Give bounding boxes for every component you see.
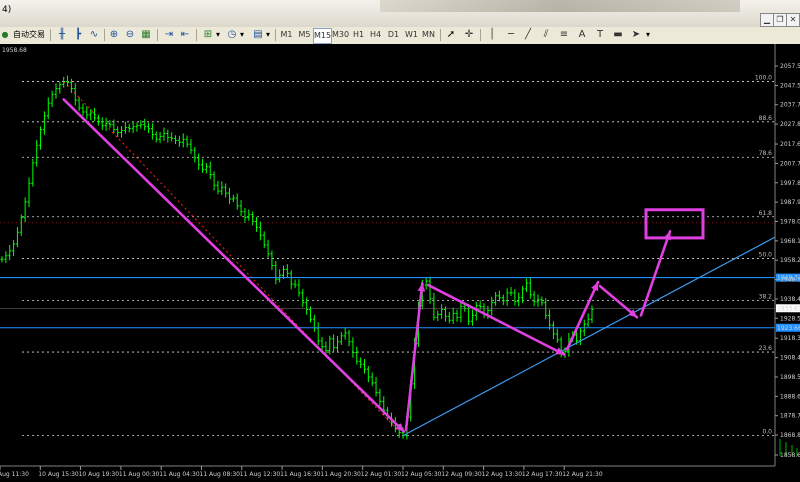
timeframe-d1[interactable]: D1 bbox=[385, 28, 402, 42]
fibonacci-icon[interactable]: ≡ bbox=[556, 28, 572, 42]
vertical-line-icon[interactable]: │ bbox=[484, 28, 500, 42]
zoom-in-icon[interactable]: ⊕ bbox=[106, 28, 122, 42]
price-tick-label: 2037.70 bbox=[780, 102, 800, 109]
horizontal-line-icon[interactable]: ─ bbox=[503, 28, 519, 42]
timeframe-h4[interactable]: H4 bbox=[367, 28, 384, 42]
timeframe-h1[interactable]: H1 bbox=[350, 28, 367, 42]
price-tick-label: 1888.60 bbox=[780, 393, 800, 400]
channel-icon[interactable]: ⫽ bbox=[538, 28, 554, 42]
restore-icon[interactable]: ❐ bbox=[773, 13, 787, 27]
autotrade-button[interactable]: 自动交易 bbox=[10, 28, 48, 42]
time-tick-label: 12 Aug 13:30 bbox=[482, 471, 523, 478]
toolbar: ● 自动交易 ╫ ┣ ∿ ⊕ ⊖ ▦ ⇥ ⇤ ⊞ ▾ ◷ ▾ ▤ ▾ M1 M5… bbox=[0, 27, 800, 45]
fib-level-label: 23.6 bbox=[759, 345, 773, 352]
crosshair-icon[interactable]: ✛ bbox=[461, 28, 477, 42]
zoom-out-icon[interactable]: ⊖ bbox=[122, 28, 138, 42]
text-icon[interactable]: A bbox=[574, 28, 590, 42]
fib-level-label: 0.0 bbox=[762, 429, 772, 436]
price-tick-label: 1908.40 bbox=[780, 355, 800, 362]
timeframe-w1[interactable]: W1 bbox=[403, 28, 420, 42]
price-tick-label: 1978.00 bbox=[780, 218, 800, 225]
chart-background bbox=[0, 44, 800, 482]
chart-shift-icon[interactable]: ⇤ bbox=[177, 28, 193, 42]
hline-lower-price-label: 1923.66 bbox=[777, 325, 800, 332]
price-tick-label: 1878.70 bbox=[780, 413, 800, 420]
label-icon[interactable]: T bbox=[592, 28, 608, 42]
rectangle-icon[interactable]: ▬ bbox=[610, 28, 626, 42]
price-tick-label: 1938.40 bbox=[780, 296, 800, 303]
time-tick-label: 11 Aug 12:30 bbox=[240, 471, 281, 478]
price-tick-label: 1948.30 bbox=[780, 277, 800, 284]
fib-level-label: 78.6 bbox=[759, 150, 773, 157]
price-tick-label: 1958.20 bbox=[780, 257, 800, 264]
price-tick-label: 1858.60 bbox=[780, 452, 800, 459]
title-bar: 4) ▁ ❐ ✕ bbox=[0, 0, 800, 27]
timeframe-m15[interactable]: M15 bbox=[313, 28, 332, 44]
timeframe-m30[interactable]: M30 bbox=[332, 28, 349, 42]
price-tick-label: 2047.50 bbox=[780, 83, 800, 90]
minimize-icon[interactable]: ▁ bbox=[760, 13, 774, 27]
price-tick-label: 1968.10 bbox=[780, 238, 800, 245]
trendline-icon[interactable]: ╱ bbox=[520, 28, 536, 42]
price-tick-label: 1898.50 bbox=[780, 374, 800, 381]
price-tick-label: 1997.80 bbox=[780, 180, 800, 187]
price-tick-label: 1918.30 bbox=[780, 335, 800, 342]
title-background-image bbox=[380, 0, 740, 12]
line-chart-icon[interactable]: ∿ bbox=[86, 28, 102, 42]
current-price-label: 1933.63 bbox=[777, 305, 800, 312]
close-icon[interactable]: ✕ bbox=[786, 13, 800, 27]
time-tick-label: 10 Aug 15:30 bbox=[38, 471, 79, 478]
time-tick-label: 12 Aug 05:30 bbox=[401, 471, 442, 478]
price-tick-label: 1868.80 bbox=[780, 432, 800, 439]
price-tick-label: 2007.70 bbox=[780, 160, 800, 167]
cursor-icon[interactable]: ➚ bbox=[443, 28, 459, 42]
price-tick-label: 1987.90 bbox=[780, 199, 800, 206]
timeframe-mn[interactable]: MN bbox=[420, 28, 437, 42]
autoscroll-icon[interactable]: ⇥ bbox=[161, 28, 177, 42]
tile-windows-icon[interactable]: ▦ bbox=[138, 28, 154, 42]
time-tick-label: 11 Aug 00:30 bbox=[119, 471, 160, 478]
time-tick-label: 11 Aug 04:30 bbox=[159, 471, 200, 478]
time-tick-label: 11 Aug 20:30 bbox=[320, 471, 361, 478]
price-tick-label: 2027.80 bbox=[780, 121, 800, 128]
top-left-price: 1958.68 bbox=[2, 47, 27, 54]
chevron-down-icon[interactable]: ▾ bbox=[238, 28, 246, 42]
fib-level-label: 88.6 bbox=[759, 115, 773, 122]
price-tick-label: 2057.50 bbox=[780, 63, 800, 70]
price-tick-label: 1928.50 bbox=[780, 315, 800, 322]
time-tick-label: 12 Aug 17:30 bbox=[522, 471, 563, 478]
timeframe-m1[interactable]: M1 bbox=[278, 28, 295, 42]
time-tick-label: 12 Aug 01:30 bbox=[361, 471, 402, 478]
window-title: 4) bbox=[2, 5, 12, 15]
price-chart[interactable]: 100.088.678.661.850.038.223.60.0 1949.32… bbox=[0, 44, 800, 482]
time-tick-label: 10 Aug 19:30 bbox=[79, 471, 120, 478]
time-tick-label: Aug 11:30 bbox=[0, 471, 29, 478]
timeframe-m5[interactable]: M5 bbox=[296, 28, 313, 42]
candles-icon[interactable]: ┣ bbox=[70, 28, 86, 42]
chevron-down-icon[interactable]: ▾ bbox=[644, 28, 652, 42]
chevron-down-icon[interactable]: ▾ bbox=[264, 28, 272, 42]
time-tick-label: 11 Aug 16:30 bbox=[280, 471, 321, 478]
arrow-icon[interactable]: ➤ bbox=[628, 28, 644, 42]
fib-level-label: 100.0 bbox=[755, 74, 772, 81]
chevron-down-icon[interactable]: ▾ bbox=[214, 28, 222, 42]
fib-level-label: 61.8 bbox=[759, 210, 773, 217]
time-tick-label: 12 Aug 09:30 bbox=[441, 471, 482, 478]
time-tick-label: 11 Aug 08:30 bbox=[200, 471, 241, 478]
fib-level-label: 50.0 bbox=[759, 252, 773, 259]
fib-level-label: 38.2 bbox=[759, 293, 773, 300]
bar-chart-icon[interactable]: ╫ bbox=[54, 28, 70, 42]
autotrade-icon[interactable]: ● bbox=[0, 28, 10, 42]
time-tick-label: 12 Aug 21:30 bbox=[562, 471, 603, 478]
price-tick-label: 2017.60 bbox=[780, 141, 800, 148]
